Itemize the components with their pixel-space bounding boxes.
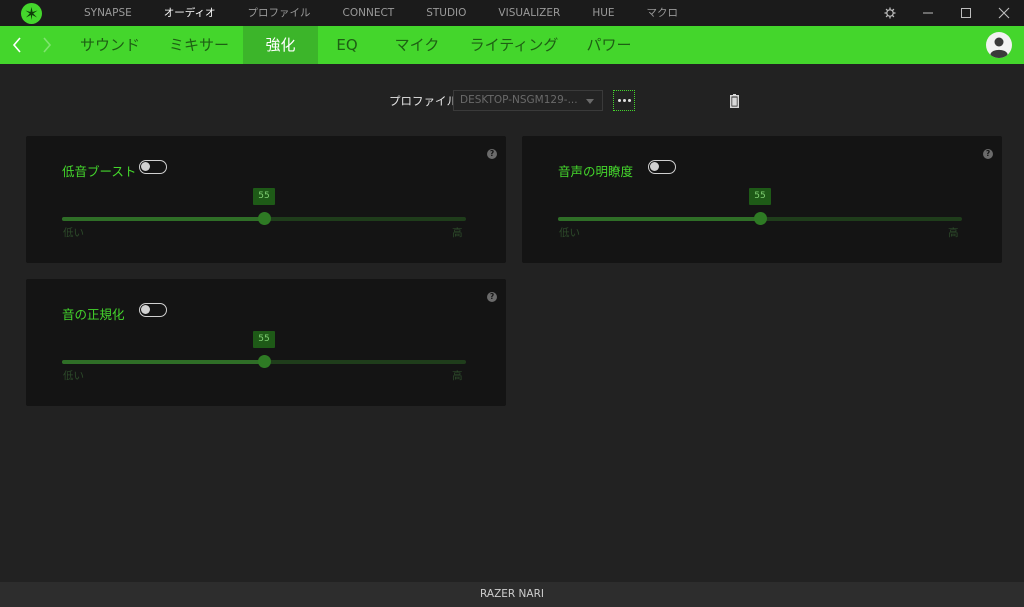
topnav-hue[interactable]: HUE	[576, 0, 630, 26]
more-dots-icon[interactable]	[613, 90, 635, 111]
tab-mic[interactable]: マイク	[376, 26, 458, 64]
maximize-icon[interactable]	[949, 0, 983, 26]
help-icon[interactable]: ?	[983, 149, 993, 159]
slider-value: 55	[253, 331, 275, 348]
slider-low-label: 低い	[63, 370, 84, 382]
slider-high-label: 高	[948, 227, 959, 239]
panel-title: 音声の明瞭度	[558, 164, 634, 179]
topnav-profile[interactable]: プロファイル	[232, 0, 327, 26]
bass-boost-toggle[interactable]	[139, 160, 167, 174]
device-name-footer: RAZER NARI	[0, 582, 1024, 607]
user-avatar-icon[interactable]	[986, 32, 1012, 58]
sound-normalization-toggle[interactable]	[139, 303, 167, 317]
topnav-synapse[interactable]: SYNAPSE	[68, 0, 148, 26]
slider-thumb[interactable]	[258, 212, 271, 225]
slider-thumb[interactable]	[258, 355, 271, 368]
slider-low-label: 低い	[63, 227, 84, 239]
slider-value: 55	[749, 188, 771, 205]
profile-dropdown-value: DESKTOP-NSGM129-...	[460, 94, 578, 106]
bass-boost-panel: 低音ブースト ? 55 低い 高	[26, 136, 506, 263]
help-icon[interactable]: ?	[487, 149, 497, 159]
topnav-studio[interactable]: STUDIO	[410, 0, 482, 26]
topnav-macro[interactable]: マクロ	[631, 0, 695, 26]
battery-icon	[730, 93, 739, 112]
slider-fill	[62, 217, 264, 221]
slider-fill	[62, 360, 264, 364]
minimize-icon[interactable]	[911, 0, 945, 26]
topnav-connect[interactable]: CONNECT	[327, 0, 411, 26]
chevron-right-icon[interactable]	[34, 26, 60, 64]
close-icon[interactable]	[987, 0, 1021, 26]
chevron-left-icon[interactable]	[4, 26, 30, 64]
slider-high-label: 高	[452, 370, 463, 382]
title-bar: SYNAPSE オーディオ プロファイル CONNECT STUDIO VISU…	[0, 0, 1024, 26]
tab-mixer[interactable]: ミキサー	[155, 26, 243, 64]
slider-high-label: 高	[452, 227, 463, 239]
topnav-visualizer[interactable]: VISUALIZER	[482, 0, 576, 26]
panel-title: 低音ブースト	[62, 164, 137, 179]
subnav-tabs: サウンド ミキサー 強化 EQ マイク ライティング パワー	[65, 26, 648, 64]
top-navigation: SYNAPSE オーディオ プロファイル CONNECT STUDIO VISU…	[68, 0, 694, 26]
profile-dropdown[interactable]: DESKTOP-NSGM129-...	[453, 90, 603, 111]
voice-clarity-panel: 音声の明瞭度 ? 55 低い 高	[522, 136, 1002, 263]
tab-enhancement[interactable]: 強化	[243, 26, 318, 64]
razer-logo-icon[interactable]	[21, 3, 42, 24]
slider-low-label: 低い	[559, 227, 580, 239]
sound-normalization-panel: 音の正規化 ? 55 低い 高	[26, 279, 506, 406]
panel-title: 音の正規化	[62, 307, 125, 322]
help-icon[interactable]: ?	[487, 292, 497, 302]
tab-eq[interactable]: EQ	[318, 26, 376, 64]
slider-thumb[interactable]	[754, 212, 767, 225]
topnav-audio[interactable]: オーディオ	[148, 0, 232, 26]
tab-lighting[interactable]: ライティング	[458, 26, 570, 64]
sub-navigation: サウンド ミキサー 強化 EQ マイク ライティング パワー	[0, 26, 1024, 64]
chevron-down-icon	[586, 99, 594, 104]
profile-label: プロファイル	[389, 94, 458, 108]
tab-power[interactable]: パワー	[570, 26, 648, 64]
gear-icon[interactable]	[873, 0, 907, 26]
tab-sound[interactable]: サウンド	[65, 26, 155, 64]
voice-clarity-toggle[interactable]	[648, 160, 676, 174]
slider-value: 55	[253, 188, 275, 205]
slider-fill	[558, 217, 760, 221]
